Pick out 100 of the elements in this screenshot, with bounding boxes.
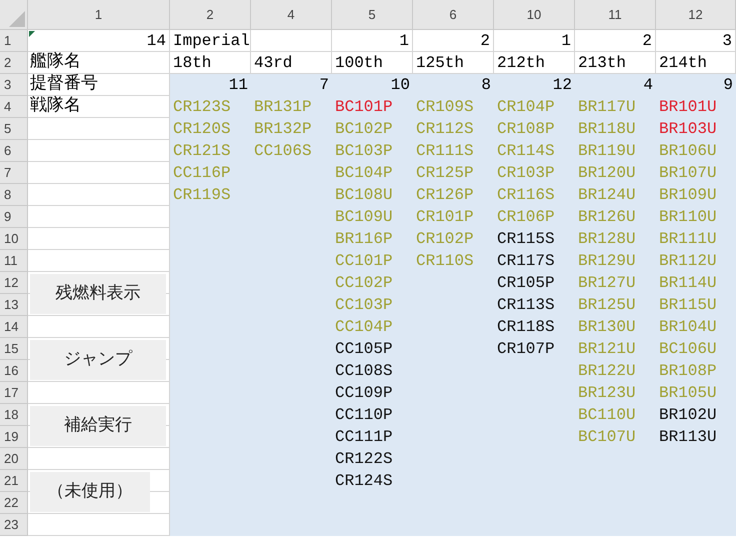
unit-code: BR105U xyxy=(658,383,718,404)
unit-code: CR117S xyxy=(496,251,556,272)
row-header: 19 xyxy=(0,426,28,448)
column-header: 6 xyxy=(413,0,494,30)
unit-code: CR106P xyxy=(496,207,556,228)
row-header: 20 xyxy=(0,448,28,470)
unit-code: BR112U xyxy=(658,251,718,272)
row-header: 11 xyxy=(0,250,28,272)
row-header: 13 xyxy=(0,294,28,316)
unit-code: CR120S xyxy=(172,119,232,140)
unit-code: BR117U xyxy=(577,97,637,118)
unit-code: CC101P xyxy=(334,251,394,272)
unit-code: CR121S xyxy=(172,141,232,162)
unit-code: CR107P xyxy=(496,339,556,360)
unit-code: CR109S xyxy=(415,97,475,118)
unit-code: CC106S xyxy=(253,141,313,162)
row-header: 12 xyxy=(0,272,28,294)
admiral-number: 4 xyxy=(642,75,654,96)
unit-code: CC116P xyxy=(172,163,232,184)
cell-value: 2 xyxy=(575,30,656,52)
unit-code: BR127U xyxy=(577,273,637,294)
unit-code: CR126P xyxy=(415,185,475,206)
unit-code: CC103P xyxy=(334,295,394,316)
row-header: 8 xyxy=(0,184,28,206)
row-header: 22 xyxy=(0,492,28,514)
unit-code: CR102P xyxy=(415,229,475,250)
unit-code: CC105P xyxy=(334,339,394,360)
unit-code: BR115U xyxy=(658,295,718,316)
unit-code: BC107U xyxy=(577,427,637,448)
admiral-number: 9 xyxy=(722,75,734,96)
column-header: 12 xyxy=(656,0,736,30)
unit-code: CC110P xyxy=(334,405,394,426)
row-header: 3 xyxy=(0,74,28,96)
unit-code: BC101P xyxy=(334,97,394,118)
macro-button[interactable]: ジャンプ xyxy=(30,340,166,380)
column-header: 2 xyxy=(170,0,251,30)
unit-code: BR122U xyxy=(577,361,637,382)
unit-code: BR118U xyxy=(577,119,637,140)
unit-code: BR114U xyxy=(658,273,718,294)
unit-code: CR124S xyxy=(334,471,394,492)
unit-code: BR128U xyxy=(577,229,637,250)
unit-code: BR121U xyxy=(577,339,637,360)
cell-value: 3 xyxy=(656,30,736,52)
unit-code: CR112S xyxy=(415,119,475,140)
unit-code: CR114S xyxy=(496,141,556,162)
unit-code: CR111S xyxy=(415,141,475,162)
row-header: 6 xyxy=(0,140,28,162)
unit-code: CR104P xyxy=(496,97,556,118)
unit-code: CR122S xyxy=(334,449,394,470)
unit-code: BR116P xyxy=(334,229,394,250)
unit-code: CR105P xyxy=(496,273,556,294)
unit-code: BR123U xyxy=(577,383,637,404)
admiral-number: 7 xyxy=(318,75,330,96)
unit-code: BR124U xyxy=(577,185,637,206)
unit-code: CR113S xyxy=(496,295,556,316)
unit-code: CR115S xyxy=(496,229,556,250)
unit-code: BR126U xyxy=(577,207,637,228)
row-header: 17 xyxy=(0,382,28,404)
macro-button[interactable]: 残燃料表示 xyxy=(30,274,166,314)
macro-button[interactable]: 補給実行 xyxy=(30,406,166,446)
admiral-number: 8 xyxy=(480,75,492,96)
row-label: 艦隊名 xyxy=(28,52,170,74)
unit-code: BR132P xyxy=(253,119,313,140)
row-header: 16 xyxy=(0,360,28,382)
column-header: 5 xyxy=(332,0,413,30)
unit-code: CC102P xyxy=(334,273,394,294)
row-header: 2 xyxy=(0,52,28,74)
row-header: 21 xyxy=(0,470,28,492)
unit-code: BR125U xyxy=(577,295,637,316)
row-header: 18 xyxy=(0,404,28,426)
unit-code: CR108P xyxy=(496,119,556,140)
row-header: 23 xyxy=(0,514,28,536)
unit-code: BR109U xyxy=(658,185,718,206)
unit-code: BR119U xyxy=(577,141,637,162)
unit-code: BC108U xyxy=(334,185,394,206)
row-header: 5 xyxy=(0,118,28,140)
unit-code: CR118S xyxy=(496,317,556,338)
cell-value: 1 xyxy=(332,30,413,52)
unit-code: BC102P xyxy=(334,119,394,140)
unit-code: BR107U xyxy=(658,163,718,184)
cell-value: 2 xyxy=(413,30,494,52)
row-header: 1 xyxy=(0,30,28,52)
row-header: 7 xyxy=(0,162,28,184)
unit-code: CR125P xyxy=(415,163,475,184)
unit-code: BR113U xyxy=(658,427,718,448)
row-header: 9 xyxy=(0,206,28,228)
unit-code: CR116S xyxy=(496,185,556,206)
unit-code: BC110U xyxy=(577,405,637,426)
admiral-number: 12 xyxy=(552,75,573,96)
admiral-number: 11 xyxy=(228,75,249,96)
unit-code: BR111U xyxy=(658,229,718,250)
unit-code: CC108S xyxy=(334,361,394,382)
unit-code: BC106U xyxy=(658,339,718,360)
unit-code: BR103U xyxy=(658,119,718,140)
macro-button[interactable]: （未使用） xyxy=(30,472,150,512)
unit-code: CC111P xyxy=(334,427,394,448)
unit-code: BR110U xyxy=(658,207,718,228)
select-all-icon[interactable] xyxy=(9,11,25,27)
column-header: 10 xyxy=(494,0,575,30)
admiral-number: 10 xyxy=(390,75,411,96)
